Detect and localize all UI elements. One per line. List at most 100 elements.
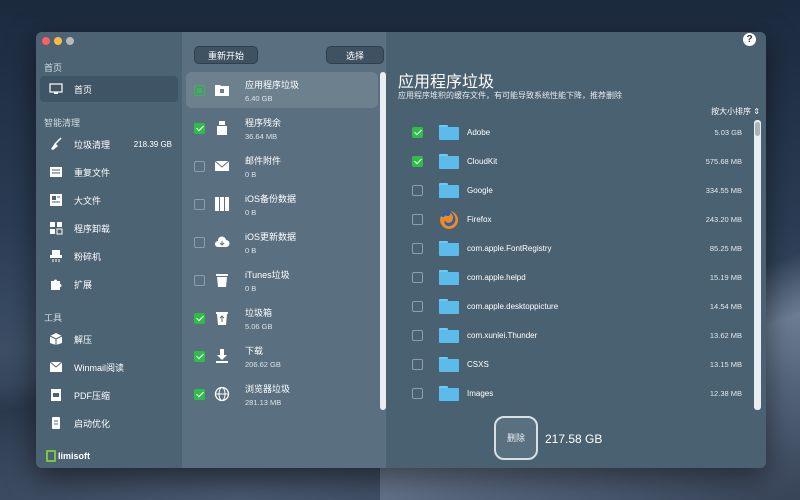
sidebar-item-label: 大文件 — [74, 195, 102, 206]
file-row[interactable]: Images 12.38 MB — [404, 379, 744, 408]
mail-icon — [213, 157, 231, 175]
file-checkbox[interactable] — [412, 214, 423, 225]
sidebar-item-large-files[interactable]: 大文件 — [40, 187, 178, 213]
download-icon — [213, 347, 231, 365]
category-checkbox[interactable] — [194, 388, 205, 400]
category-item-browser-junk[interactable]: 浏览器垃圾 281.13 MB — [186, 376, 378, 412]
category-size: 5.06 GB — [245, 321, 273, 331]
sidebar-item-shredder[interactable]: 粉碎机 — [40, 243, 178, 269]
file-size: 334.55 MB — [705, 186, 742, 195]
category-name: 邮件附件 — [245, 155, 282, 166]
sidebar-item-winmail[interactable]: Winmail阅读 — [40, 354, 178, 380]
sidebar-item-uninstall[interactable]: 程序卸载 — [40, 215, 178, 241]
select-button[interactable]: 选择 — [326, 46, 384, 64]
category-name: 应用程序垃圾 — [245, 79, 300, 90]
category-checkbox[interactable] — [194, 198, 205, 210]
category-name: 程序残余 — [245, 117, 282, 128]
category-item-trash[interactable]: 垃圾箱 5.06 GB — [186, 300, 378, 336]
category-checkbox[interactable] — [194, 84, 205, 96]
category-size: 0 B — [245, 169, 257, 179]
sidebar-item-home[interactable]: 首页 — [40, 76, 178, 102]
folder-icon — [439, 183, 459, 198]
sidebar-item-startup[interactable]: 启动优化 — [40, 410, 178, 436]
file-scrollbar[interactable] — [754, 120, 761, 410]
folder-icon — [439, 386, 459, 401]
app-logo: limisoft — [46, 450, 90, 462]
sidebar-item-pdf-compress[interactable]: PDF压缩 — [40, 382, 178, 408]
file-checkbox[interactable] — [412, 388, 423, 399]
file-size: 243.20 MB — [705, 215, 742, 224]
zoom-button[interactable] — [66, 37, 74, 45]
sidebar-item-duplicates[interactable]: 重复文件 — [40, 159, 178, 185]
category-item-downloads[interactable]: 下载 206.62 GB — [186, 338, 378, 374]
file-checkbox[interactable] — [412, 272, 423, 283]
category-name: 下载 — [245, 345, 264, 356]
file-name: CloudKit — [467, 157, 498, 166]
file-checkbox[interactable] — [412, 185, 423, 196]
category-checkbox[interactable] — [194, 122, 205, 134]
file-name: CSXS — [467, 360, 489, 369]
firefox-icon — [439, 210, 459, 230]
minimize-button[interactable] — [54, 37, 62, 45]
sidebar-item-junk-clean[interactable]: 垃圾清理 218.39 GB — [40, 131, 178, 157]
file-size: 15.19 MB — [709, 273, 742, 282]
file-row[interactable]: Adobe 5.03 GB — [404, 118, 744, 147]
cloud-download-icon — [213, 233, 231, 251]
sidebar-item-extensions[interactable]: 扩展 — [40, 271, 178, 297]
app-folder-icon — [213, 81, 231, 99]
file-row[interactable]: Firefox 243.20 MB — [404, 205, 744, 234]
category-name: iOS备份数据 — [245, 193, 297, 204]
category-checkbox[interactable] — [194, 160, 205, 172]
category-size: 206.62 GB — [245, 359, 281, 369]
file-scrollbar-thumb[interactable] — [755, 122, 760, 136]
sidebar-item-unzip[interactable]: 解压 — [40, 326, 178, 352]
category-size: 281.13 MB — [245, 397, 282, 407]
box-icon — [48, 331, 64, 347]
puzzle-icon — [48, 276, 64, 292]
mail-icon — [48, 359, 64, 375]
category-item-ios-update[interactable]: iOS更新数据 0 B — [186, 224, 378, 260]
category-checkbox[interactable] — [194, 350, 205, 362]
category-size: 36.64 MB — [245, 131, 278, 141]
section-smart-title: 智能清理 — [44, 118, 81, 128]
restart-button[interactable]: 重新开始 — [194, 46, 258, 64]
file-checkbox[interactable] — [412, 156, 423, 167]
file-row[interactable]: Google 334.55 MB — [404, 176, 744, 205]
junk-size: 218.39 GB — [133, 139, 172, 149]
broom-icon — [48, 136, 64, 152]
file-row[interactable]: com.apple.FontRegistry 85.25 MB — [404, 234, 744, 263]
category-item-leftovers[interactable]: 程序残余 36.64 MB — [186, 110, 378, 146]
sort-dropdown[interactable]: 按大小排序 ⇕ — [711, 106, 760, 117]
leftovers-icon — [213, 119, 231, 137]
category-checkbox[interactable] — [194, 312, 205, 324]
category-item-mail-attachments[interactable]: 邮件附件 0 B — [186, 148, 378, 184]
file-checkbox[interactable] — [412, 127, 423, 138]
file-checkbox[interactable] — [412, 301, 423, 312]
category-checkbox[interactable] — [194, 274, 205, 286]
large-file-icon — [48, 192, 64, 208]
file-row[interactable]: CSXS 13.15 MB — [404, 350, 744, 379]
sidebar-item-label: Winmail阅读 — [74, 362, 125, 373]
file-checkbox[interactable] — [412, 330, 423, 341]
detail-title: 应用程序垃圾 — [398, 74, 495, 91]
file-row[interactable]: com.apple.desktoppicture 14.54 MB — [404, 292, 744, 321]
category-item-itunes-junk[interactable]: iTunes垃圾 0 B — [186, 262, 378, 298]
file-checkbox[interactable] — [412, 359, 423, 370]
file-row[interactable]: com.xunlei.Thunder 13.62 MB — [404, 321, 744, 350]
close-button[interactable] — [42, 37, 50, 45]
category-name: iTunes垃圾 — [245, 269, 290, 280]
delete-button[interactable]: 删除 — [494, 416, 538, 460]
category-checkbox[interactable] — [194, 236, 205, 248]
help-button[interactable]: ? — [743, 33, 756, 46]
file-checkbox[interactable] — [412, 243, 423, 254]
file-size: 13.15 MB — [709, 360, 742, 369]
category-item-app-junk[interactable]: 应用程序垃圾 6.40 GB — [186, 72, 378, 108]
file-name: com.apple.desktoppicture — [467, 302, 559, 311]
file-row[interactable]: CloudKit 575.68 MB — [404, 147, 744, 176]
file-row[interactable]: com.apple.helpd 15.19 MB — [404, 263, 744, 292]
sidebar-item-label: PDF压缩 — [74, 390, 111, 401]
file-name: Google — [467, 186, 493, 195]
sidebar-item-label: 扩展 — [74, 279, 93, 290]
category-item-ios-backup[interactable]: iOS备份数据 0 B — [186, 186, 378, 222]
folder-icon — [439, 270, 459, 285]
